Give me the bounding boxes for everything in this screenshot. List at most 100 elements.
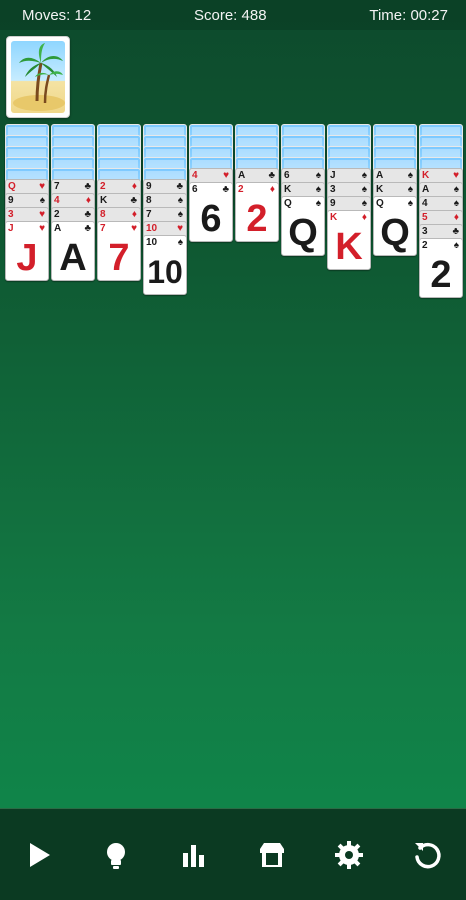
card-rank: 8 bbox=[100, 209, 106, 220]
card-rank-large: A bbox=[59, 237, 87, 279]
card-rank: 4 bbox=[422, 198, 428, 209]
card-suit-icon: ♠ bbox=[361, 198, 367, 209]
card-rank: K bbox=[100, 195, 108, 206]
card-suit-icon: ♠ bbox=[315, 170, 321, 181]
card-suit-icon: ♦ bbox=[131, 181, 137, 192]
card-rank: 8 bbox=[146, 195, 152, 206]
card-suit-icon: ♠ bbox=[361, 170, 367, 181]
card-suit-icon: ♠ bbox=[315, 198, 321, 209]
card-rank: K bbox=[422, 170, 430, 181]
card-rank: 6 bbox=[284, 170, 290, 181]
card-suit-icon: ♠ bbox=[177, 209, 183, 220]
score-counter: Score: 488 bbox=[194, 6, 267, 24]
playing-card[interactable]: A ♣ A bbox=[51, 221, 95, 281]
store-button[interactable] bbox=[252, 835, 292, 875]
card-rank: 7 bbox=[100, 223, 106, 234]
card-suit-icon: ♣ bbox=[452, 226, 459, 237]
store-icon bbox=[259, 842, 284, 867]
card-suit-icon: ♣ bbox=[84, 209, 91, 220]
card-suit-icon: ♠ bbox=[315, 184, 321, 195]
card-rank: 7 bbox=[146, 209, 152, 220]
card-suit-icon: ♠ bbox=[361, 184, 367, 195]
playing-card[interactable]: 2 ♠ 2 bbox=[419, 238, 463, 298]
card-rank: 4 bbox=[192, 170, 198, 181]
hint-icon bbox=[107, 842, 126, 869]
play-icon bbox=[29, 842, 50, 867]
card-suit-icon: ♥ bbox=[453, 170, 459, 181]
card-rank: 2 bbox=[100, 181, 106, 192]
card-rank: 3 bbox=[422, 226, 428, 237]
card-rank: J bbox=[8, 223, 14, 234]
card-rank: 4 bbox=[54, 195, 60, 206]
card-rank: A bbox=[238, 170, 246, 181]
undo-icon bbox=[415, 842, 441, 868]
card-suit-icon: ♥ bbox=[39, 209, 45, 220]
card-rank-large: 7 bbox=[108, 237, 130, 279]
settings-button[interactable] bbox=[329, 835, 369, 875]
card-rank-large: 2 bbox=[430, 254, 452, 296]
card-rank-large: Q bbox=[380, 212, 410, 254]
card-suit-icon: ♠ bbox=[177, 195, 183, 206]
card-rank: A bbox=[422, 184, 430, 195]
card-suit-icon: ♠ bbox=[453, 198, 459, 209]
card-rank: 10 bbox=[146, 237, 158, 248]
card-rank-large: 10 bbox=[147, 254, 183, 290]
playing-card[interactable]: 2 ♦ 2 bbox=[235, 182, 279, 242]
card-suit-icon: ♦ bbox=[85, 195, 91, 206]
playing-card[interactable]: 6 ♣ 6 bbox=[189, 182, 233, 242]
playing-card[interactable]: Q ♠ Q bbox=[281, 196, 325, 256]
card-rank: 2 bbox=[54, 209, 60, 220]
playing-card[interactable]: 7 ♥ 7 bbox=[97, 221, 141, 281]
card-suit-icon: ♣ bbox=[130, 195, 137, 206]
card-rank-large: J bbox=[16, 237, 38, 279]
card-suit-icon: ♥ bbox=[131, 223, 137, 234]
card-rank: 5 bbox=[422, 212, 428, 223]
card-rank: 9 bbox=[330, 198, 336, 209]
card-suit-icon: ♥ bbox=[39, 223, 45, 234]
card-rank-large: Q bbox=[288, 212, 318, 254]
stock-pile[interactable] bbox=[6, 36, 70, 118]
gear-icon bbox=[335, 840, 364, 869]
card-rank: 3 bbox=[330, 184, 336, 195]
card-rank: 9 bbox=[8, 195, 14, 206]
card-rank: J bbox=[330, 170, 336, 181]
card-rank-large: K bbox=[335, 226, 363, 268]
stats-icon bbox=[183, 844, 205, 867]
card-suit-icon: ♣ bbox=[84, 181, 91, 192]
card-rank: 10 bbox=[146, 223, 158, 234]
playing-card[interactable]: K ♦ K bbox=[327, 210, 371, 270]
card-rank: Q bbox=[8, 181, 16, 192]
card-rank: 3 bbox=[8, 209, 14, 220]
card-suit-icon: ♠ bbox=[453, 184, 459, 195]
tableau: Q ♥ 9 ♠ 3 ♥ J ♥ J 7 ♣ 4 ♦ 2 ♣ A ♣ A 2 ♦ K ♣ 8 ♦ 7 ♥ 7 9 ♣ 8 ♠ 7 ♠ 10 ♥ 10 ♠ 1… bbox=[0, 124, 466, 344]
card-suit-icon: ♠ bbox=[177, 237, 183, 248]
playing-card[interactable]: 10 ♠ 10 bbox=[143, 235, 187, 295]
card-suit-icon: ♠ bbox=[407, 184, 413, 195]
card-suit-icon: ♥ bbox=[39, 181, 45, 192]
stats-button[interactable] bbox=[174, 835, 214, 875]
card-rank: Q bbox=[284, 198, 292, 209]
card-rank: 9 bbox=[146, 181, 152, 192]
card-suit-icon: ♦ bbox=[131, 209, 137, 220]
card-back-palm-art bbox=[11, 41, 65, 113]
moves-counter: Moves: 12 bbox=[22, 6, 92, 24]
card-rank: K bbox=[284, 184, 292, 195]
play-button[interactable] bbox=[19, 835, 59, 875]
card-suit-icon: ♣ bbox=[268, 170, 275, 181]
playing-card[interactable]: J ♥ J bbox=[5, 221, 49, 281]
palm-tree-icon bbox=[13, 43, 65, 111]
card-rank-large: 2 bbox=[246, 198, 268, 240]
card-suit-icon: ♠ bbox=[407, 170, 413, 181]
timer: Time: 00:27 bbox=[369, 6, 448, 24]
card-rank: Q bbox=[376, 198, 384, 209]
card-suit-icon: ♦ bbox=[361, 212, 367, 223]
undo-button[interactable] bbox=[407, 835, 447, 875]
hint-button[interactable] bbox=[96, 835, 136, 875]
card-suit-icon: ♣ bbox=[176, 181, 183, 192]
card-suit-icon: ♣ bbox=[222, 184, 229, 195]
bottom-toolbar bbox=[0, 808, 466, 900]
card-suit-icon: ♦ bbox=[269, 184, 275, 195]
card-suit-icon: ♥ bbox=[177, 223, 183, 234]
card-rank: K bbox=[330, 212, 338, 223]
playing-card[interactable]: Q ♠ Q bbox=[373, 196, 417, 256]
